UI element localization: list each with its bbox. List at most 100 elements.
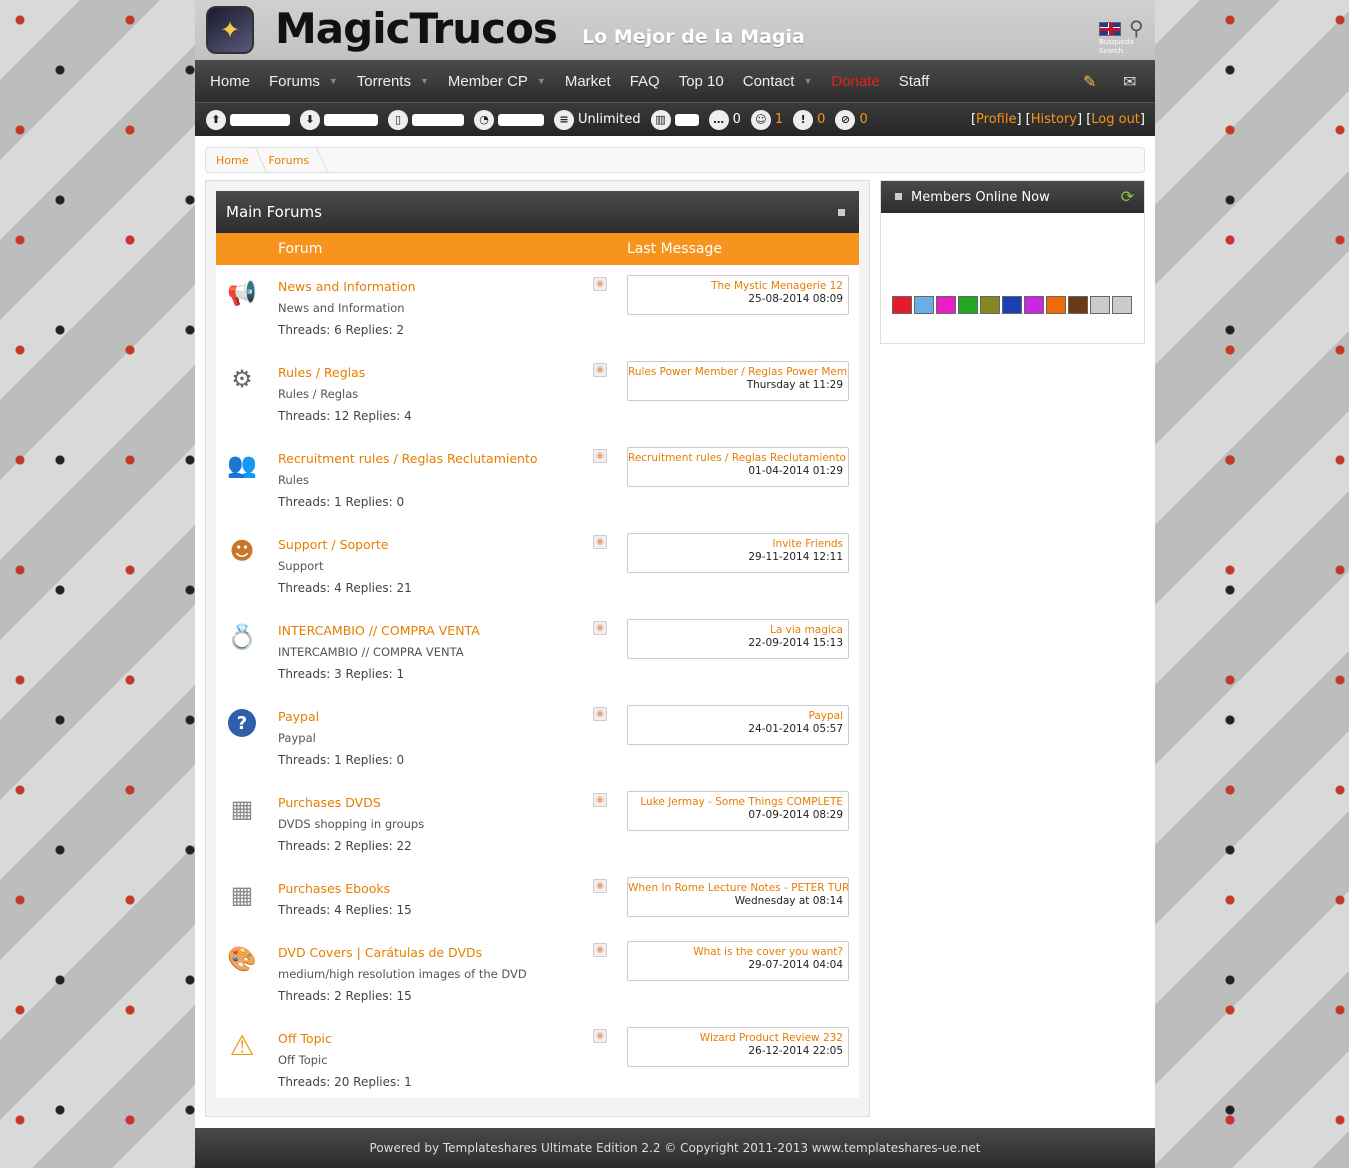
forum-description: Rules / Reglas (278, 387, 359, 401)
rss-icon[interactable]: ◉ (593, 535, 607, 549)
breadcrumb-forums[interactable]: Forums (268, 154, 309, 167)
last-message-link[interactable]: What is the cover you want? (628, 946, 843, 958)
rss-icon[interactable]: ◉ (593, 793, 607, 807)
group-color-swatch[interactable] (1046, 296, 1066, 314)
download-arrow-icon: ⬇ (300, 109, 320, 130)
history-link[interactable]: History (1031, 112, 1077, 127)
clock-icon: ◔ (474, 109, 494, 130)
search-caption-en: Search (1099, 47, 1124, 55)
forum-title-link[interactable]: Recruitment rules / Reglas Reclutamiento (278, 451, 538, 466)
profile-link[interactable]: Profile (976, 112, 1016, 127)
search-caption-es: Busqueda (1099, 38, 1134, 46)
uk-flag-icon[interactable] (1099, 22, 1121, 36)
last-message-date: 07-09-2014 08:29 (748, 809, 843, 821)
forum-title-link[interactable]: News and Information (278, 279, 416, 294)
panel-title: Main Forums (226, 203, 322, 221)
group-color-swatch[interactable] (958, 296, 978, 314)
last-message-link[interactable]: Wizard Product Review 232 (628, 1032, 843, 1044)
bell-icon[interactable]: ✎ (1083, 72, 1096, 92)
messages-stat[interactable]: … 0 (708, 109, 741, 130)
last-message-link[interactable]: Paypal (628, 710, 843, 722)
magic-wand-logo-icon[interactable]: ✦ (206, 6, 254, 54)
nav-top-10[interactable]: Top 10 (679, 73, 724, 90)
nav-faq[interactable]: FAQ (630, 73, 660, 90)
forum-description: Off Topic (278, 1053, 328, 1067)
forum-title-link[interactable]: Support / Soporte (278, 537, 388, 552)
last-message-date: 26-12-2014 22:05 (748, 1045, 843, 1057)
friends-stat[interactable]: ☺ 1 (750, 109, 783, 130)
nav-market[interactable]: Market (565, 73, 611, 90)
warnings-stat[interactable]: ! 0 (793, 109, 826, 130)
forum-title-link[interactable]: Purchases DVDS (278, 795, 381, 810)
group-color-swatch[interactable] (1068, 296, 1088, 314)
nav-torrents[interactable]: Torrents ▼ (357, 73, 429, 90)
rss-icon[interactable]: ◉ (593, 879, 607, 893)
nav-staff[interactable]: Staff (899, 73, 930, 90)
last-message-link[interactable]: Invite Friends (628, 538, 843, 550)
forum-title-link[interactable]: INTERCAMBIO // COMPRA VENTA (278, 623, 480, 638)
last-message-date: 29-07-2014 04:04 (748, 959, 843, 971)
last-message-link[interactable]: La via magica (628, 624, 843, 636)
bans-stat[interactable]: ⊘ 0 (835, 109, 868, 130)
site-header: ✦ MagicTrucos Lo Mejor de la Magia ⚲ Bus… (195, 0, 1155, 60)
forum-row: ⚙ Rules / Reglas Rules / Reglas Threads:… (216, 351, 859, 437)
forum-title-link[interactable]: Off Topic (278, 1031, 332, 1046)
last-message-link[interactable]: Rules Power Member / Reglas Power Member (628, 366, 848, 378)
group-color-swatch[interactable] (936, 296, 956, 314)
group-color-swatch[interactable] (1002, 296, 1022, 314)
forum-title-link[interactable]: DVD Covers | Carátulas de DVDs (278, 945, 482, 960)
forum-row: ▦ Purchases Ebooks Threads: 4 Replies: 1… (216, 867, 859, 931)
forum-stats: Threads: 1 Replies: 0 (278, 753, 405, 767)
refresh-icon[interactable]: ⟳ (1121, 187, 1134, 206)
last-message-link[interactable]: When In Rome Lecture Notes - PETER TURN (628, 882, 848, 894)
question-icon: ? (226, 707, 258, 739)
forum-column-headers: Forum Last Message (216, 233, 859, 265)
breadcrumb-home[interactable]: Home (216, 154, 248, 167)
ring-icon: 💍 (227, 623, 257, 651)
site-name[interactable]: MagicTrucos (275, 4, 558, 53)
rss-icon[interactable]: ◉ (593, 363, 607, 377)
group-color-swatch[interactable] (1090, 296, 1110, 314)
group-color-swatch[interactable] (1024, 296, 1044, 314)
nav-home[interactable]: Home (210, 73, 250, 90)
warnings-count: 0 (817, 112, 826, 127)
last-message-date: 25-08-2014 08:09 (748, 293, 843, 305)
group-color-swatch[interactable] (892, 296, 912, 314)
nav-contact[interactable]: Contact ▼ (743, 73, 813, 90)
rss-icon[interactable]: ◉ (593, 943, 607, 957)
last-message-link[interactable]: The Mystic Menagerie 12 (628, 280, 843, 292)
nav-donate[interactable]: Donate (831, 73, 879, 90)
nav-member-cp[interactable]: Member CP ▼ (448, 73, 546, 90)
forum-description: DVDS shopping in groups (278, 817, 425, 831)
group-color-swatch[interactable] (914, 296, 934, 314)
rss-icon[interactable]: ◉ (593, 707, 607, 721)
last-message-box: Rules Power Member / Reglas Power Member… (627, 361, 849, 401)
forum-title-link[interactable]: Paypal (278, 709, 319, 724)
forum-title-link[interactable]: Rules / Reglas (278, 365, 365, 380)
forum-description: Support (278, 559, 324, 573)
members-online-body (881, 213, 1144, 343)
rss-icon[interactable]: ◉ (593, 449, 607, 463)
members-online-header: Members Online Now ⟳ (881, 181, 1144, 213)
rss-icon[interactable]: ◉ (593, 621, 607, 635)
search-icon[interactable]: ⚲ (1129, 16, 1149, 40)
download-stat: ⬇ (300, 109, 378, 130)
logout-link[interactable]: Log out (1091, 112, 1140, 127)
forum-row: 📢 News and Information News and Informat… (216, 265, 859, 351)
forum-row: 💍 INTERCAMBIO // COMPRA VENTA INTERCAMBI… (216, 609, 859, 695)
redacted-value (498, 113, 544, 126)
nav-label: Top 10 (678, 72, 724, 90)
mail-icon[interactable]: ✉ (1123, 72, 1136, 92)
forum-stats: Threads: 4 Replies: 15 (278, 903, 412, 917)
last-message-link[interactable]: Luke Jermay - Some Things COMPLETE (628, 796, 843, 808)
nav-forums[interactable]: Forums ▼ (269, 73, 338, 90)
group-color-swatch[interactable] (1112, 296, 1132, 314)
collapse-toggle-icon[interactable] (838, 209, 845, 216)
rss-icon[interactable]: ◉ (593, 1029, 607, 1043)
chat-bubble-icon: … (708, 109, 729, 130)
forum-title-link[interactable]: Purchases Ebooks (278, 881, 390, 896)
last-message-link[interactable]: Recruitment rules / Reglas Reclutamiento (628, 452, 846, 464)
rss-icon[interactable]: ◉ (593, 277, 607, 291)
group-color-swatch[interactable] (980, 296, 1000, 314)
caret-down-icon: ▼ (419, 76, 429, 86)
